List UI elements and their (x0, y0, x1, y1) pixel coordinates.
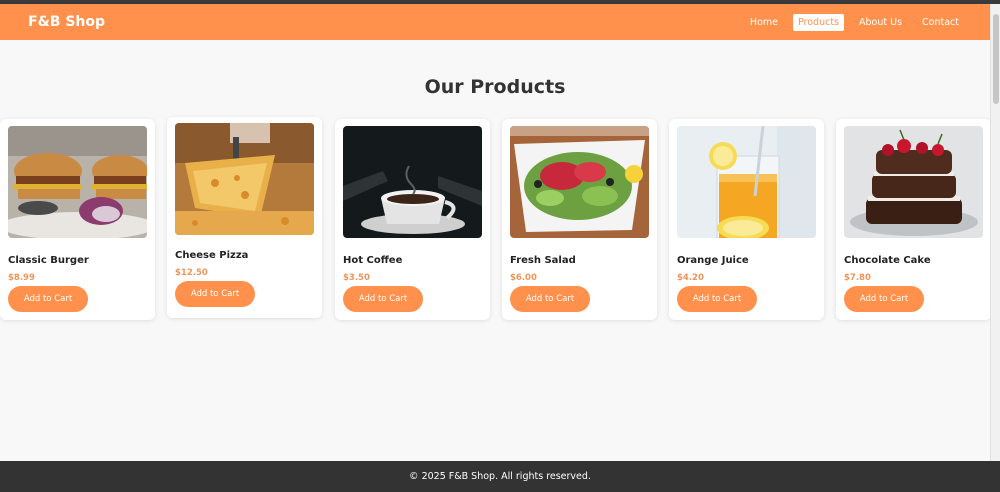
product-name: Chocolate Cake (844, 255, 931, 266)
page-title: Our Products (424, 76, 566, 98)
add-to-cart-button[interactable]: Add to Cart (8, 286, 88, 312)
copyright-text: © 2025 F&B Shop. All rights reserved. (409, 471, 591, 482)
product-card-pizza: Cheese Pizza $12.50 Add to Cart (167, 117, 322, 318)
scrollbar-thumb[interactable] (993, 14, 999, 104)
add-to-cart-button[interactable]: Add to Cart (510, 286, 590, 312)
juice-image (677, 126, 816, 238)
nav-products-link[interactable]: Products (792, 13, 845, 31)
coffee-image (343, 126, 482, 238)
burger-image (8, 126, 147, 238)
products-section: Our Products Classic Burger $8.99 Add to… (0, 40, 990, 461)
add-to-cart-button[interactable]: Add to Cart (844, 286, 924, 312)
product-price: $8.99 (8, 273, 35, 283)
product-card-burger: Classic Burger $8.99 Add to Cart (0, 119, 155, 320)
product-card-salad: Fresh Salad $6.00 Add to Cart (502, 119, 657, 320)
add-to-cart-button[interactable]: Add to Cart (343, 286, 423, 312)
nav-contact-link[interactable]: Contact (917, 14, 964, 31)
product-name: Hot Coffee (343, 255, 403, 266)
product-price: $4.20 (677, 273, 704, 283)
product-price: $3.50 (343, 273, 370, 283)
brand-logo[interactable]: F&B Shop (28, 14, 105, 30)
product-name: Orange Juice (677, 255, 749, 266)
add-to-cart-button[interactable]: Add to Cart (677, 286, 757, 312)
product-name: Fresh Salad (510, 255, 576, 266)
product-card-cake: Chocolate Cake $7.80 Add to Cart (836, 119, 990, 320)
product-card-juice: Orange Juice $4.20 Add to Cart (669, 119, 824, 320)
product-price: $7.80 (844, 273, 871, 283)
footer: © 2025 F&B Shop. All rights reserved. (0, 461, 1000, 492)
nav-about-link[interactable]: About Us (854, 14, 907, 31)
product-price: $6.00 (510, 273, 537, 283)
page-scrollbar[interactable] (990, 4, 1000, 461)
add-to-cart-button[interactable]: Add to Cart (175, 281, 255, 307)
navbar: F&B Shop Home Products About Us Contact (0, 4, 990, 40)
product-price: $12.50 (175, 268, 208, 278)
main-nav: Home Products About Us Contact (735, 13, 964, 31)
product-name: Classic Burger (8, 255, 89, 266)
salad-image (510, 126, 649, 238)
cake-image (844, 126, 983, 238)
product-card-coffee: Hot Coffee $3.50 Add to Cart (335, 119, 490, 320)
nav-home-link[interactable]: Home (745, 14, 783, 31)
pizza-image (175, 123, 314, 235)
product-name: Cheese Pizza (175, 250, 249, 261)
